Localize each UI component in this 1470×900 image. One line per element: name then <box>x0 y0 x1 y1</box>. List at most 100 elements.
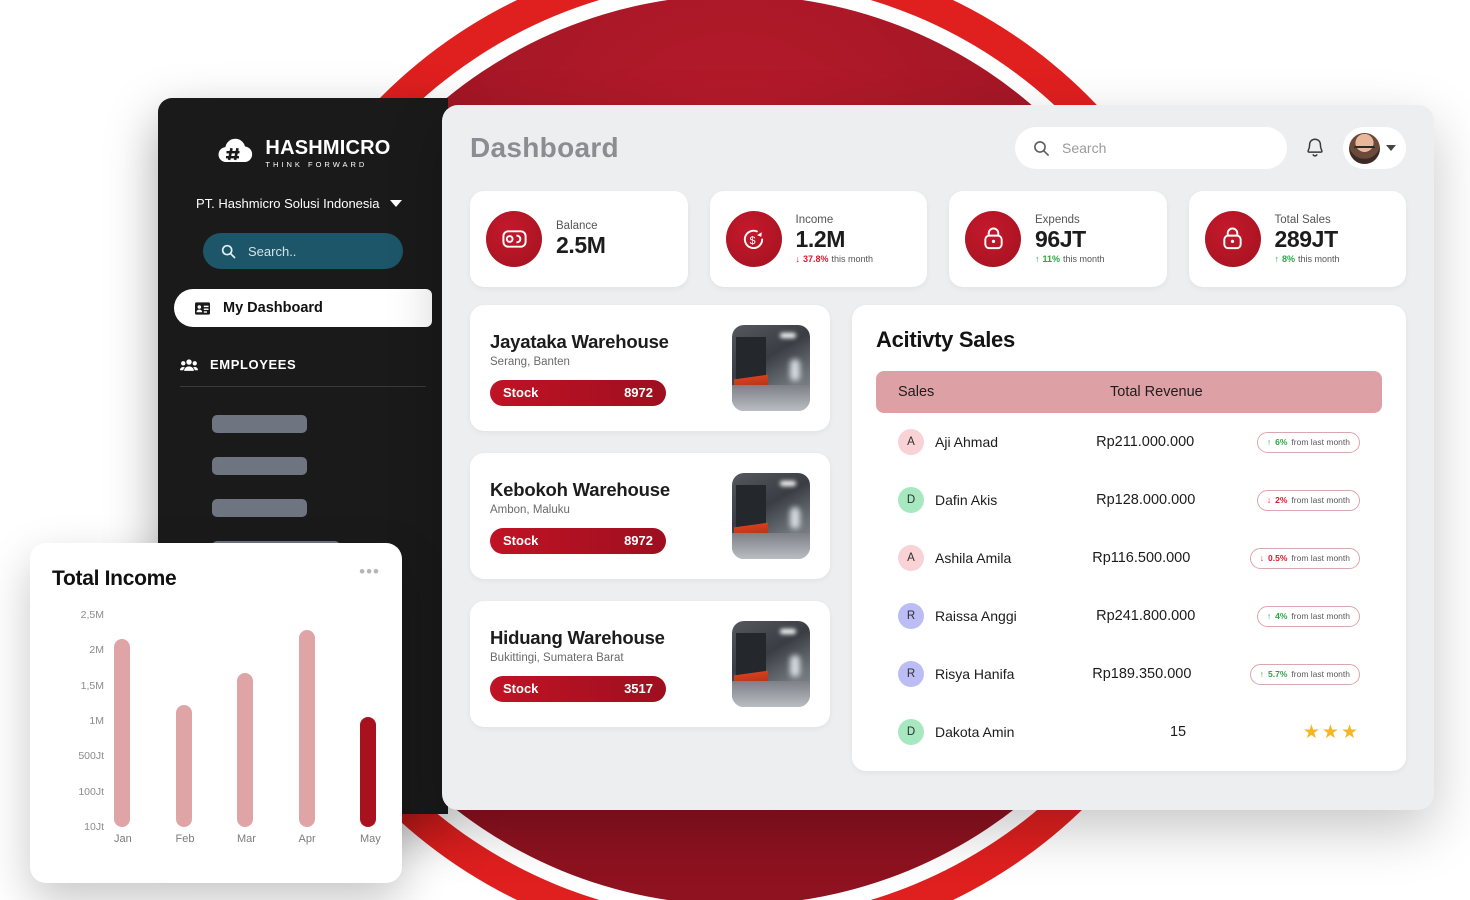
stock-badge: Stock 8972 <box>490 527 666 554</box>
search-input[interactable] <box>1062 140 1252 156</box>
dashboard-icon <box>195 301 210 315</box>
revenue-value: Rp116.500.000 <box>1092 550 1191 566</box>
top-bar: Dashboard <box>442 105 1434 169</box>
trend-note: from last month <box>1291 553 1350 563</box>
warehouse-list: Jayataka Warehouse Serang, Banten Stock … <box>470 305 830 771</box>
sidebar-section-label: EMPLOYEES <box>210 357 297 372</box>
people-icon <box>180 358 198 371</box>
y-axis-tick: 2M <box>89 644 104 657</box>
table-row[interactable]: R Raissa Anggi Rp241.800.000 ↑ 4% from l… <box>876 587 1382 645</box>
bar-may[interactable] <box>360 717 376 827</box>
y-axis-tick: 500Jt <box>78 750 104 763</box>
sales-name: Ashila Amila <box>935 550 1012 566</box>
arrow-down-icon: ↓ <box>795 254 801 265</box>
bag-icon <box>965 211 1021 267</box>
trend-value: 2% <box>1275 495 1288 505</box>
bell-icon <box>1307 138 1323 157</box>
stat-delta: ↓ 37.8% this month <box>796 254 874 264</box>
total-income-card: Total Income ••• 2,5M 2M 1,5M 1M 500Jt 1… <box>30 543 402 883</box>
user-menu[interactable] <box>1343 127 1406 169</box>
warehouse-name: Kebokoh Warehouse <box>490 478 670 500</box>
stat-delta-note: this month <box>831 254 874 265</box>
money-refresh-icon: $ <box>725 211 782 267</box>
app-logo: HASHMICRO THINK FORWARD <box>158 136 448 170</box>
notifications-button[interactable] <box>1301 133 1329 163</box>
column-header-sales: Sales <box>898 384 935 400</box>
stat-delta-value: 8% <box>1282 254 1296 265</box>
more-horizontal-icon[interactable]: ••• <box>359 563 380 580</box>
trend-badge: ↓ 2% from last month <box>1256 489 1360 511</box>
stock-value: 8972 <box>624 533 653 548</box>
activity-sales-title: Acitivty Sales <box>876 327 1015 352</box>
trend-note: from last month <box>1291 669 1350 679</box>
stock-value: 8972 <box>624 385 653 400</box>
content-area: Jayataka Warehouse Serang, Banten Stock … <box>442 287 1434 771</box>
stock-badge: Stock 3517 <box>490 675 666 702</box>
avatar: D <box>898 719 924 745</box>
stat-card-expends[interactable]: Expends 96JT ↑ 11% this month <box>949 191 1167 287</box>
warehouse-card[interactable]: Jayataka Warehouse Serang, Banten Stock … <box>470 305 830 431</box>
stat-delta-value: 11% <box>1042 254 1061 265</box>
arrow-up-icon: ↑ <box>1035 254 1040 265</box>
warehouse-card[interactable]: Kebokoh Warehouse Ambon, Maluku Stock 89… <box>470 453 830 579</box>
table-row[interactable]: A Aji Ahmad Rp211.000.000 ↑ 6% from last… <box>876 413 1382 471</box>
sidebar-item-my-dashboard[interactable]: My Dashboard <box>174 289 432 327</box>
svg-text:$: $ <box>750 234 756 246</box>
income-bar-chart: 2,5M 2M 1,5M 1M 500Jt 100Jt 10Jt Jan Feb… <box>52 609 380 845</box>
sidebar-section-employees[interactable]: EMPLOYEES <box>180 357 426 387</box>
bar-mar[interactable] <box>237 673 253 827</box>
warehouse-name: Hiduang Warehouse <box>490 626 665 648</box>
sales-name: Dakota Amin <box>935 724 1015 740</box>
bar-slot <box>237 673 253 827</box>
warehouse-name: Jayataka Warehouse <box>490 330 669 352</box>
warehouse-card[interactable]: Hiduang Warehouse Bukittingi, Sumatera B… <box>470 601 830 727</box>
y-axis-tick: 1M <box>89 715 104 727</box>
top-bar-actions <box>1015 127 1406 169</box>
logo-tagline: THINK FORWARD <box>265 159 368 169</box>
stock-label: Stock <box>503 385 539 400</box>
revenue-value: Rp189.350.000 <box>1092 666 1192 682</box>
sidebar-item-label: My Dashboard <box>223 300 323 316</box>
bar-jan[interactable] <box>114 639 130 827</box>
chevron-down-icon <box>389 200 402 207</box>
avatar <box>1349 132 1380 164</box>
chart-title: Total Income <box>52 567 177 590</box>
stat-card-income[interactable]: $ Income 1.2M ↓ 37.8% this month <box>709 191 927 287</box>
search-box[interactable] <box>1015 127 1287 169</box>
revenue-value: Rp128.000.000 <box>1096 492 1196 508</box>
company-selector[interactable]: PT. Hashmicro Solusi Indonesia <box>196 196 448 211</box>
hashmicro-cloud-icon <box>215 136 255 170</box>
sidebar-placeholder-item <box>212 457 307 475</box>
revenue-value: 15 <box>1169 724 1187 740</box>
arrow-down-icon: ↓ <box>1259 553 1265 563</box>
table-row[interactable]: D Dafin Akis Rp128.000.000 ↓ 2% from las… <box>876 471 1382 529</box>
arrow-up-icon: ↑ <box>1274 254 1280 265</box>
arrow-up-icon: ↑ <box>1259 669 1265 679</box>
trend-value: 0.5% <box>1268 553 1288 563</box>
stat-label: Total Sales <box>1274 213 1331 226</box>
stat-value: 289JT <box>1274 225 1339 252</box>
table-row[interactable]: A Ashila Amila Rp116.500.000 ↓ 0.5% from… <box>876 529 1382 587</box>
trend-note: from last month <box>1291 495 1350 505</box>
sidebar-placeholder-item <box>212 415 307 433</box>
trend-badge: ↑ 6% from last month <box>1256 431 1360 453</box>
sidebar-search[interactable]: Search.. <box>203 233 403 269</box>
sidebar-search-placeholder: Search.. <box>248 243 297 259</box>
sidebar-placeholder-item <box>212 499 307 517</box>
warehouse-photo <box>732 473 810 559</box>
wallet-icon <box>486 211 542 267</box>
chevron-down-icon <box>1386 145 1396 151</box>
warehouse-location: Serang, Banten <box>490 355 570 368</box>
table-row[interactable]: D Dakota Amin 15 ★★★ <box>876 703 1382 761</box>
bar-feb[interactable] <box>175 705 192 827</box>
revenue-value: Rp241.800.000 <box>1096 608 1196 624</box>
trend-badge: ↑ 4% from last month <box>1256 605 1360 627</box>
sales-name: Dafin Akis <box>935 492 998 508</box>
trend-value: 6% <box>1275 437 1288 447</box>
stat-card-balance[interactable]: Balance 2.5M <box>470 191 688 287</box>
bar-apr[interactable] <box>298 630 315 827</box>
revenue-value: Rp211.000.000 <box>1096 434 1195 450</box>
table-row[interactable]: R Risya Hanifa Rp189.350.000 ↑ 5.7% from… <box>876 645 1382 703</box>
stat-delta-note: this month <box>1298 254 1340 265</box>
stat-card-total-sales[interactable]: Total Sales 289JT ↑ 8% this month <box>1188 191 1406 287</box>
